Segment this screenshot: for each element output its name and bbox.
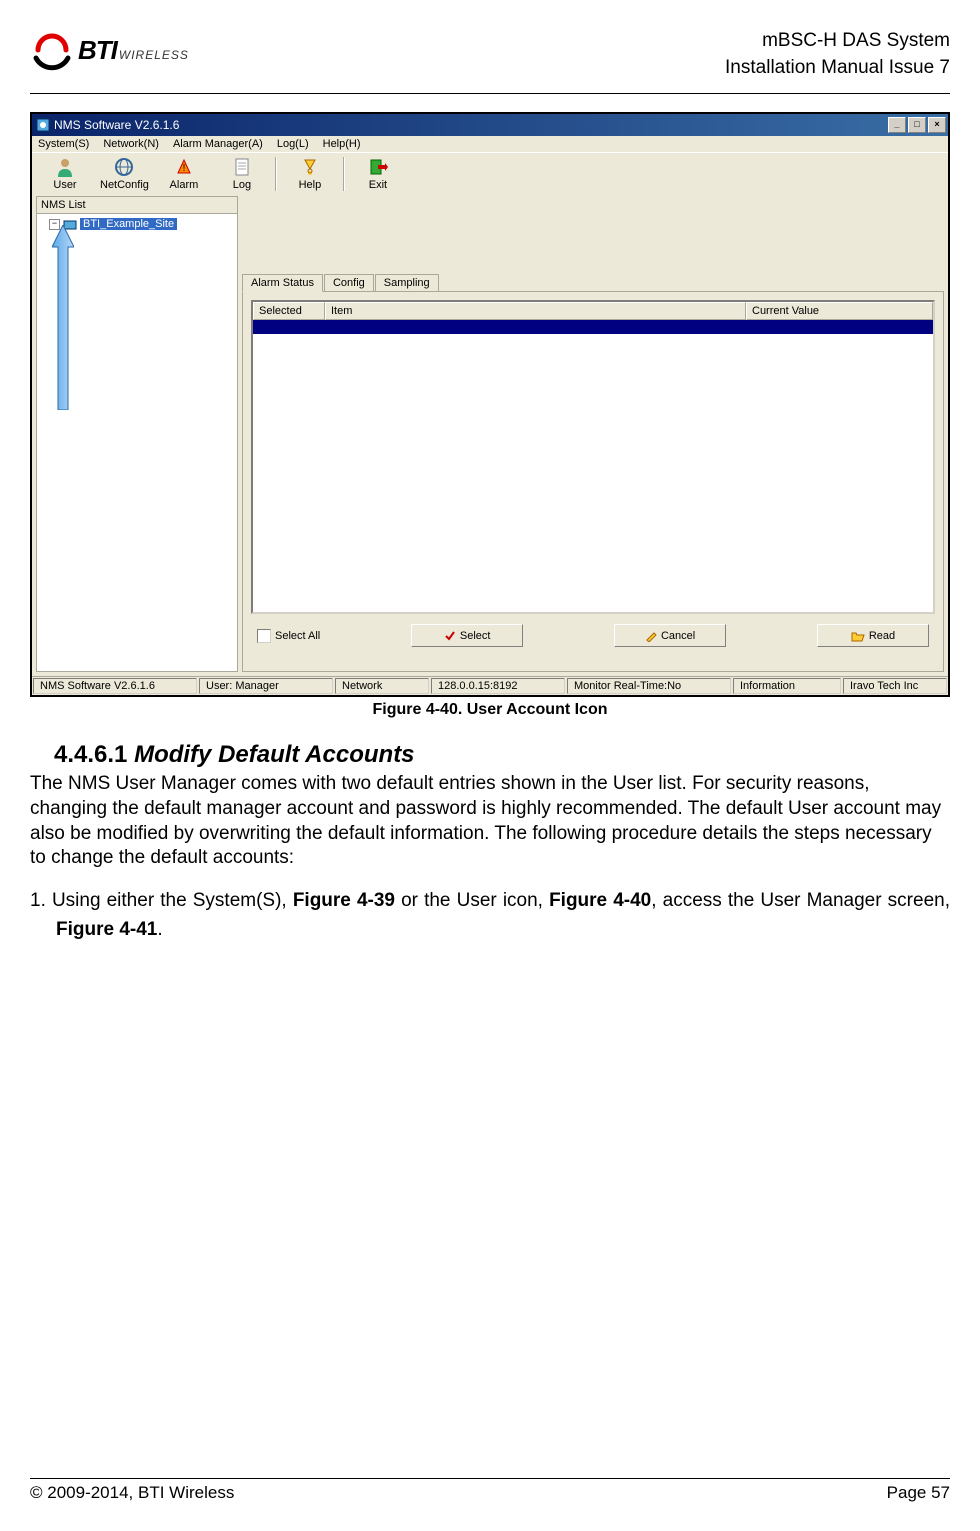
document-title-block: mBSC-H DAS System Installation Manual Is… bbox=[725, 28, 950, 81]
tree-panel: NMS List − BTI_Example_Site bbox=[36, 196, 238, 672]
help-icon bbox=[300, 157, 320, 177]
page-footer: © 2009-2014, BTI Wireless Page 57 bbox=[30, 1470, 950, 1503]
select-button[interactable]: Select bbox=[411, 624, 523, 647]
section-number: 4.4.6.1 bbox=[54, 741, 127, 768]
toolbar-alarm-label: Alarm bbox=[170, 179, 199, 191]
menu-help[interactable]: Help(H) bbox=[323, 138, 361, 150]
logo-text: BTI bbox=[78, 35, 117, 65]
toolbar: User NetConfig ! Alarm Log Help bbox=[32, 152, 948, 196]
statusbar: NMS Software V2.6.1.6 User: Manager Netw… bbox=[32, 676, 948, 695]
detail-panel: Alarm Status Config Sampling Selected It… bbox=[242, 196, 944, 672]
read-button[interactable]: Read bbox=[817, 624, 929, 647]
select-button-label: Select bbox=[460, 630, 491, 642]
section-title: Modify Default Accounts bbox=[134, 741, 414, 768]
doc-title-1: mBSC-H DAS System bbox=[725, 28, 950, 55]
maximize-button[interactable]: □ bbox=[908, 117, 926, 133]
toolbar-separator bbox=[275, 157, 277, 191]
menu-log[interactable]: Log(L) bbox=[277, 138, 309, 150]
tab-sampling[interactable]: Sampling bbox=[375, 274, 439, 292]
toolbar-exit[interactable]: Exit bbox=[349, 155, 407, 193]
status-information: Information bbox=[733, 678, 841, 694]
doc-title-2: Installation Manual Issue 7 bbox=[725, 55, 950, 82]
tab-config[interactable]: Config bbox=[324, 274, 374, 292]
menu-network[interactable]: Network(N) bbox=[103, 138, 159, 150]
netconfig-icon bbox=[114, 157, 134, 177]
exit-icon bbox=[368, 157, 388, 177]
folder-open-icon bbox=[851, 630, 865, 642]
select-all-checkbox[interactable]: Select All bbox=[257, 629, 320, 643]
minimize-button[interactable]: _ bbox=[888, 117, 906, 133]
toolbar-netconfig-label: NetConfig bbox=[100, 179, 149, 191]
step-1: 1. Using either the System(S), Figure 4-… bbox=[30, 887, 950, 944]
status-user: User: Manager bbox=[199, 678, 333, 694]
status-monitor: Monitor Real-Time:No bbox=[567, 678, 731, 694]
data-table: Selected Item Current Value bbox=[251, 300, 935, 614]
user-icon bbox=[55, 157, 75, 177]
cancel-button[interactable]: Cancel bbox=[614, 624, 726, 647]
status-version: NMS Software V2.6.1.6 bbox=[33, 678, 197, 694]
checkbox-icon bbox=[257, 629, 271, 643]
header-rule bbox=[30, 93, 950, 94]
page-number: Page 57 bbox=[887, 1483, 950, 1503]
table-row[interactable] bbox=[253, 320, 933, 334]
window-titlebar: NMS Software V2.6.1.6 _ □ × bbox=[32, 114, 948, 136]
pencil-icon bbox=[645, 630, 657, 642]
toolbar-netconfig[interactable]: NetConfig bbox=[94, 155, 155, 193]
company-logo: BTIWIRELESS bbox=[30, 28, 189, 72]
section-heading: 4.4.6.1 Modify Default Accounts bbox=[54, 739, 950, 770]
select-all-label: Select All bbox=[275, 630, 320, 642]
toolbar-log-label: Log bbox=[233, 179, 251, 191]
close-button[interactable]: × bbox=[928, 117, 946, 133]
toolbar-log[interactable]: Log bbox=[213, 155, 271, 193]
toolbar-separator bbox=[343, 157, 345, 191]
footer-rule bbox=[30, 1478, 950, 1479]
menu-alarm-manager[interactable]: Alarm Manager(A) bbox=[173, 138, 263, 150]
window-title: NMS Software V2.6.1.6 bbox=[54, 118, 179, 132]
toolbar-alarm[interactable]: ! Alarm bbox=[155, 155, 213, 193]
toolbar-exit-label: Exit bbox=[369, 179, 387, 191]
toolbar-help[interactable]: Help bbox=[281, 155, 339, 193]
svg-text:!: ! bbox=[183, 163, 186, 174]
col-current-value[interactable]: Current Value bbox=[746, 302, 933, 320]
menubar: System(S) Network(N) Alarm Manager(A) Lo… bbox=[32, 136, 948, 152]
paragraph-1: The NMS User Manager comes with two defa… bbox=[30, 772, 950, 871]
copyright-text: © 2009-2014, BTI Wireless bbox=[30, 1483, 234, 1503]
alarm-icon: ! bbox=[174, 157, 194, 177]
tree-node-label: BTI_Example_Site bbox=[80, 218, 177, 230]
col-item[interactable]: Item bbox=[325, 302, 746, 320]
status-network: Network bbox=[335, 678, 429, 694]
status-company: Iravo Tech Inc bbox=[843, 678, 947, 694]
tree-header: NMS List bbox=[37, 197, 237, 214]
toolbar-user-label: User bbox=[53, 179, 76, 191]
logo-swoosh-icon bbox=[30, 28, 74, 72]
app-screenshot: NMS Software V2.6.1.6 _ □ × System(S) Ne… bbox=[30, 112, 950, 697]
app-icon bbox=[36, 118, 50, 132]
status-address: 128.0.0.15:8192 bbox=[431, 678, 565, 694]
read-button-label: Read bbox=[869, 630, 895, 642]
cancel-button-label: Cancel bbox=[661, 630, 695, 642]
toolbar-user[interactable]: User bbox=[36, 155, 94, 193]
menu-system[interactable]: System(S) bbox=[38, 138, 89, 150]
figure-caption: Figure 4-40. User Account Icon bbox=[30, 701, 950, 719]
tab-alarm-status[interactable]: Alarm Status bbox=[242, 274, 323, 292]
toolbar-help-label: Help bbox=[299, 179, 322, 191]
check-icon bbox=[444, 630, 456, 642]
log-icon bbox=[232, 157, 252, 177]
col-selected[interactable]: Selected bbox=[253, 302, 325, 320]
callout-arrow bbox=[52, 225, 74, 410]
logo-subtext: WIRELESS bbox=[119, 48, 189, 62]
